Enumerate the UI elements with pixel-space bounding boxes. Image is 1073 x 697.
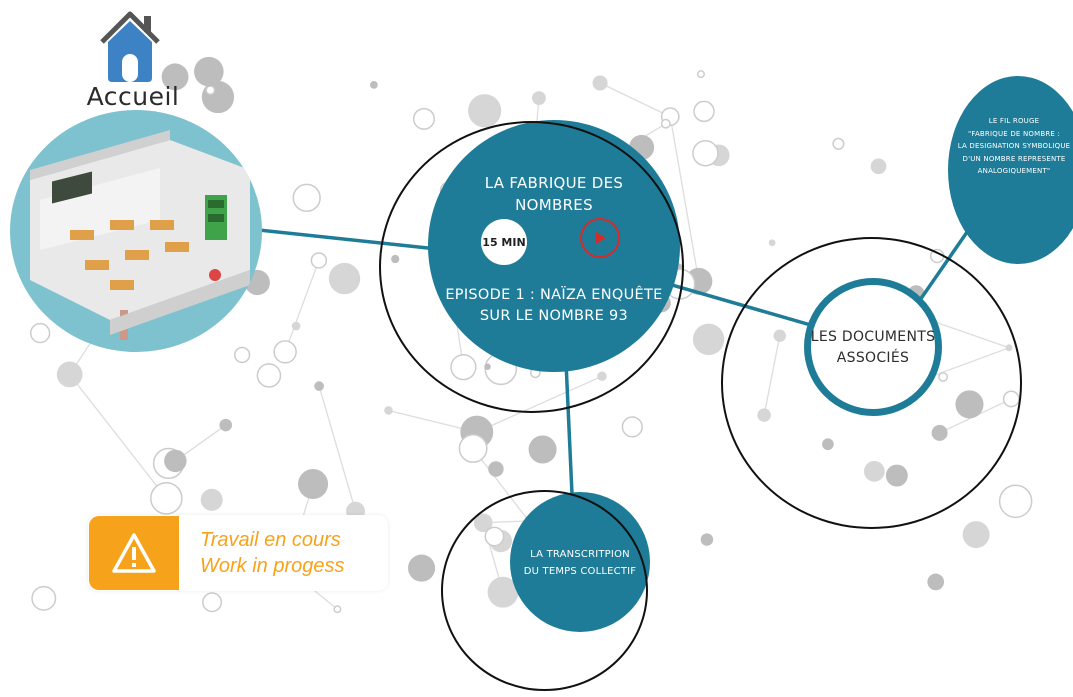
network-node (528, 435, 557, 464)
network-link (69, 374, 167, 499)
outline-ring-transcription (441, 490, 648, 691)
network-node (256, 363, 282, 388)
network-node (660, 118, 671, 129)
fil-rouge-text: LE FIL ROUGE "FABRIQUE DE NOMBRE : LA DE… (952, 115, 1073, 178)
network-node (328, 262, 361, 295)
fil-rouge-line4: D'UN NOMBRE REPRESENTE (962, 154, 1066, 163)
network-node (768, 239, 776, 247)
network-node (962, 521, 990, 549)
network-node (292, 183, 321, 212)
home-icon[interactable] (96, 6, 164, 84)
network-node (205, 85, 216, 96)
network-node (693, 100, 715, 123)
fil-rouge-line3: LA DESIGNATION SYMBOLIQUE (957, 142, 1071, 150)
network-node (314, 381, 324, 391)
network-node (298, 468, 329, 500)
network-node (194, 56, 224, 87)
network-node (200, 488, 223, 511)
network-node (592, 75, 608, 91)
network-node (310, 252, 328, 269)
network-node (412, 107, 435, 130)
network-node (488, 461, 504, 477)
network-node (700, 533, 714, 546)
fil-rouge-line5: ANALOGIQUEMENT" (977, 167, 1051, 175)
network-node (692, 139, 719, 167)
network-node (692, 323, 725, 356)
network-node (233, 346, 251, 364)
network-node (202, 592, 223, 613)
network-node (291, 321, 301, 331)
network-node (273, 340, 297, 364)
network-node (870, 158, 887, 175)
network-node (832, 137, 845, 150)
wip-line1: Travail en cours (200, 529, 341, 551)
fil-rouge-line2: "FABRIQUE DE NOMBRE : (967, 129, 1061, 138)
network-node (150, 482, 183, 515)
network-node (219, 418, 232, 432)
fil-rouge-line1: LE FIL ROUGE (988, 117, 1040, 125)
network-node (458, 433, 488, 463)
classroom-illustration[interactable] (10, 110, 262, 352)
wip-line2: Work in progess (200, 555, 345, 577)
outline-ring-episode (379, 121, 684, 413)
home-label[interactable]: Accueil (78, 82, 188, 111)
warning-icon (112, 533, 156, 573)
network-node (370, 81, 378, 89)
network-node (31, 585, 57, 611)
network-node (29, 322, 51, 344)
network-node (696, 70, 705, 79)
network-node (384, 406, 393, 415)
network-node (408, 554, 436, 582)
warning-badge (89, 516, 179, 590)
network-node (468, 94, 502, 128)
network-node (927, 573, 945, 591)
classroom-drawing (30, 130, 250, 340)
network-link (284, 260, 320, 353)
network-node (333, 605, 342, 614)
outline-ring-documents (721, 237, 1022, 529)
network-node (164, 449, 187, 473)
network-node (56, 361, 83, 388)
network-node (621, 416, 643, 438)
network-node (532, 91, 546, 106)
network-link (599, 82, 671, 118)
network-node (998, 484, 1033, 519)
